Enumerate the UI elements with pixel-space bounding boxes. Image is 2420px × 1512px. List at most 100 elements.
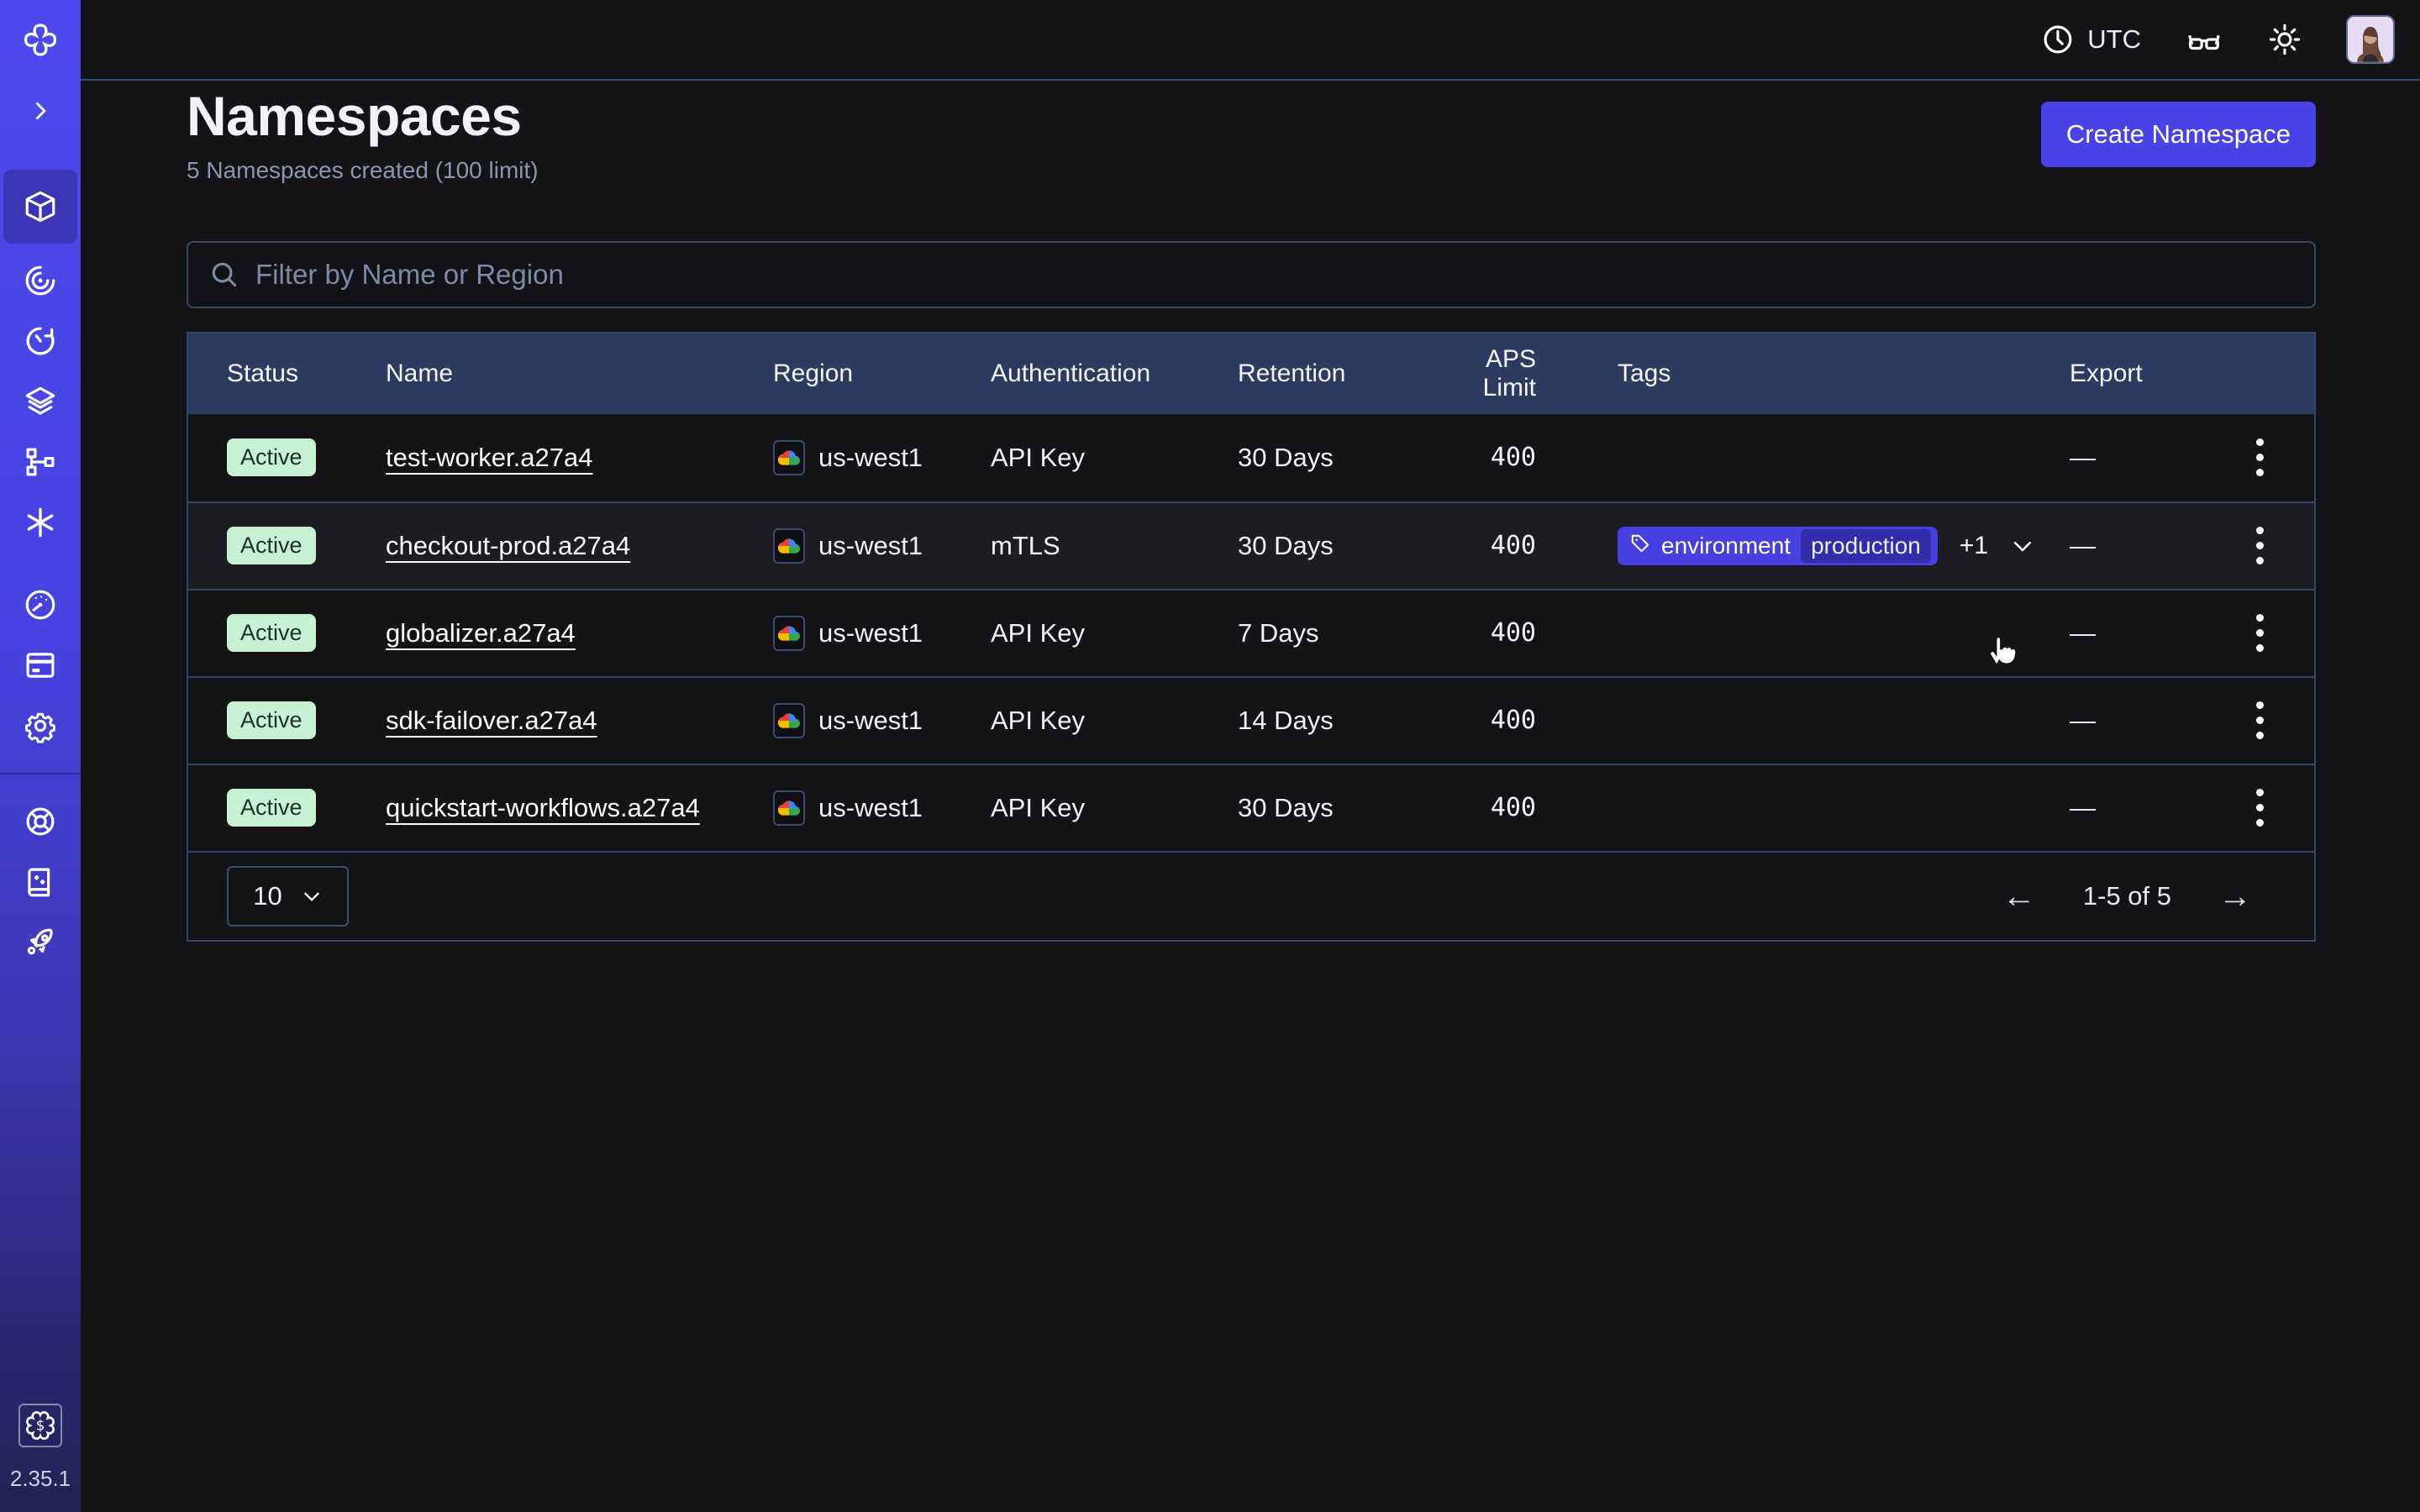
next-page-button[interactable]: → xyxy=(2218,879,2252,913)
gauge-icon xyxy=(23,587,58,622)
sidebar-item-schedules[interactable] xyxy=(3,311,77,371)
sidebar-item-docs[interactable] xyxy=(3,852,77,912)
aps-limit-value: 400 xyxy=(1431,443,1536,472)
sidebar-collapse-toggle[interactable] xyxy=(3,81,77,141)
sun-icon xyxy=(2267,22,2302,57)
table-row: Active globalizer.a27a4 us-west1 API Key… xyxy=(188,589,2314,676)
main-content: Namespaces 5 Namespaces created (100 lim… xyxy=(81,0,2420,942)
filter-input[interactable] xyxy=(255,259,2294,291)
auth-method: API Key xyxy=(991,618,1238,648)
tag-group: environment production +1 xyxy=(1618,527,2035,565)
billing-card-icon xyxy=(23,648,58,683)
asterisk-icon xyxy=(23,505,58,540)
retention-value: 30 Days xyxy=(1238,443,1431,473)
col-header-authentication: Authentication xyxy=(991,360,1238,388)
svg-text:$: $ xyxy=(36,1418,45,1434)
create-namespace-button[interactable]: Create Namespace xyxy=(2041,102,2316,167)
col-header-aps-limit: APS Limit xyxy=(1431,345,1536,402)
user-avatar[interactable] xyxy=(2346,15,2395,64)
sidebar-item-support[interactable] xyxy=(3,791,77,852)
export-value: — xyxy=(2070,793,2205,823)
gcp-region-icon xyxy=(773,616,805,651)
col-header-tags: Tags xyxy=(1536,360,2070,388)
col-header-name: Name xyxy=(386,360,773,388)
row-actions-menu-button[interactable] xyxy=(2248,606,2272,660)
status-badge: Active xyxy=(227,701,316,739)
tag-more-count[interactable]: +1 xyxy=(1960,532,1988,560)
spiral-target-icon xyxy=(23,263,58,298)
gcp-region-icon xyxy=(773,703,805,738)
table-footer: 10 ← 1-5 of 5 → xyxy=(188,851,2314,940)
gcp-region-icon xyxy=(773,528,805,564)
sidebar-item-nexus[interactable] xyxy=(3,492,77,553)
namespace-link[interactable]: quickstart-workflows.a27a4 xyxy=(386,793,700,822)
sidebar-item-billing[interactable] xyxy=(3,635,77,696)
export-value: — xyxy=(2070,531,2205,561)
aps-limit-value: 400 xyxy=(1431,618,1536,648)
rocket-icon xyxy=(23,925,58,960)
sidebar: $ 2.35.1 xyxy=(0,0,81,1512)
retention-value: 30 Days xyxy=(1238,793,1431,823)
tag-value: production xyxy=(1801,529,1931,563)
auth-method: API Key xyxy=(991,706,1238,736)
col-header-status: Status xyxy=(227,360,386,388)
table-row: Active checkout-prod.a27a4 us-west1 mTLS… xyxy=(188,501,2314,589)
table-header-row: Status Name Region Authentication Retent… xyxy=(188,333,2314,414)
search-icon xyxy=(208,259,240,291)
pagination-range: 1-5 of 5 xyxy=(2083,881,2171,911)
export-value: — xyxy=(2070,706,2205,736)
sidebar-item-workflows[interactable] xyxy=(3,432,77,492)
retention-value: 14 Days xyxy=(1238,706,1431,736)
sidebar-item-activity[interactable] xyxy=(3,250,77,311)
sidebar-item-usage[interactable] xyxy=(3,575,77,635)
namespace-link[interactable]: globalizer.a27a4 xyxy=(386,618,576,648)
region-label: us-west1 xyxy=(818,706,923,736)
status-badge: Active xyxy=(227,438,316,476)
book-sparkles-icon xyxy=(23,864,58,900)
region-label: us-west1 xyxy=(818,618,923,648)
glasses-icon xyxy=(2185,20,2223,59)
clock-icon xyxy=(2040,22,2075,57)
prev-page-button[interactable]: ← xyxy=(2002,879,2036,913)
tag-key: environment xyxy=(1661,533,1791,559)
gcp-region-icon xyxy=(773,440,805,475)
aps-limit-value: 400 xyxy=(1431,531,1536,560)
table-body: Active test-worker.a27a4 us-west1 API Ke… xyxy=(188,414,2314,851)
cube-icon xyxy=(23,189,58,224)
row-actions-menu-button[interactable] xyxy=(2248,780,2272,835)
retention-value: 7 Days xyxy=(1238,618,1431,648)
namespace-link[interactable]: test-worker.a27a4 xyxy=(386,443,592,472)
page-size-select[interactable]: 10 xyxy=(227,866,349,927)
status-badge: Active xyxy=(227,789,316,827)
row-actions-menu-button[interactable] xyxy=(2248,518,2272,573)
namespace-link[interactable]: sdk-failover.a27a4 xyxy=(386,706,597,735)
dollar-badge-icon: $ xyxy=(24,1410,56,1441)
page-size-value: 10 xyxy=(253,881,281,911)
row-actions-menu-button[interactable] xyxy=(2248,430,2272,485)
namespace-link[interactable]: checkout-prod.a27a4 xyxy=(386,531,630,560)
tag-expand-chevron-icon[interactable] xyxy=(2010,533,2035,559)
timezone-selector[interactable]: UTC xyxy=(2040,22,2141,57)
sidebar-item-settings[interactable] xyxy=(3,696,77,756)
row-actions-menu-button[interactable] xyxy=(2248,693,2272,748)
aps-limit-value: 400 xyxy=(1431,793,1536,822)
accessibility-glasses-button[interactable] xyxy=(2185,20,2223,59)
topbar: UTC xyxy=(81,0,2420,81)
table-row: Active quickstart-workflows.a27a4 us-wes… xyxy=(188,764,2314,851)
export-value: — xyxy=(2070,618,2205,648)
filter-bar xyxy=(187,241,2316,308)
region-label: us-west1 xyxy=(818,443,923,473)
lifebuoy-icon xyxy=(23,804,58,839)
sidebar-item-namespaces[interactable] xyxy=(3,170,77,244)
pricing-button[interactable]: $ xyxy=(18,1404,62,1447)
tag-pill[interactable]: environment production xyxy=(1618,527,1938,565)
branch-icon xyxy=(23,444,58,480)
temporal-logo-icon[interactable] xyxy=(0,0,81,81)
region-label: us-west1 xyxy=(818,793,923,823)
sidebar-item-getting-started[interactable] xyxy=(3,912,77,973)
theme-toggle-button[interactable] xyxy=(2267,22,2302,57)
auth-method: API Key xyxy=(991,793,1238,823)
sidebar-item-deployments[interactable] xyxy=(3,371,77,432)
col-header-export: Export xyxy=(2070,360,2205,388)
auth-method: API Key xyxy=(991,443,1238,473)
